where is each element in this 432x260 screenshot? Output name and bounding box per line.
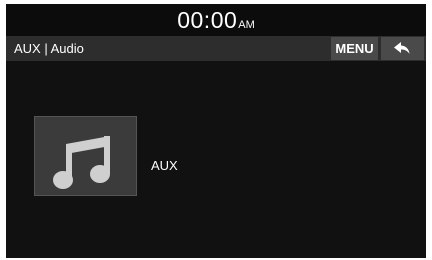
back-arrow-icon	[394, 42, 410, 54]
aux-audio-screen: 00:00AM AUX | Audio MENU AUX	[6, 4, 426, 258]
page-title: AUX | Audio	[14, 41, 84, 56]
album-art	[34, 116, 137, 196]
clock-ampm: AM	[238, 19, 255, 31]
status-bar: 00:00AM	[6, 4, 426, 36]
title-bar: AUX | Audio MENU	[6, 36, 426, 61]
music-note-icon	[53, 136, 110, 189]
menu-button[interactable]: MENU	[331, 37, 378, 60]
clock: 00:00AM	[177, 6, 255, 39]
clock-time: 00:00	[177, 7, 238, 33]
source-label: AUX	[151, 158, 178, 173]
back-button[interactable]	[381, 37, 424, 60]
